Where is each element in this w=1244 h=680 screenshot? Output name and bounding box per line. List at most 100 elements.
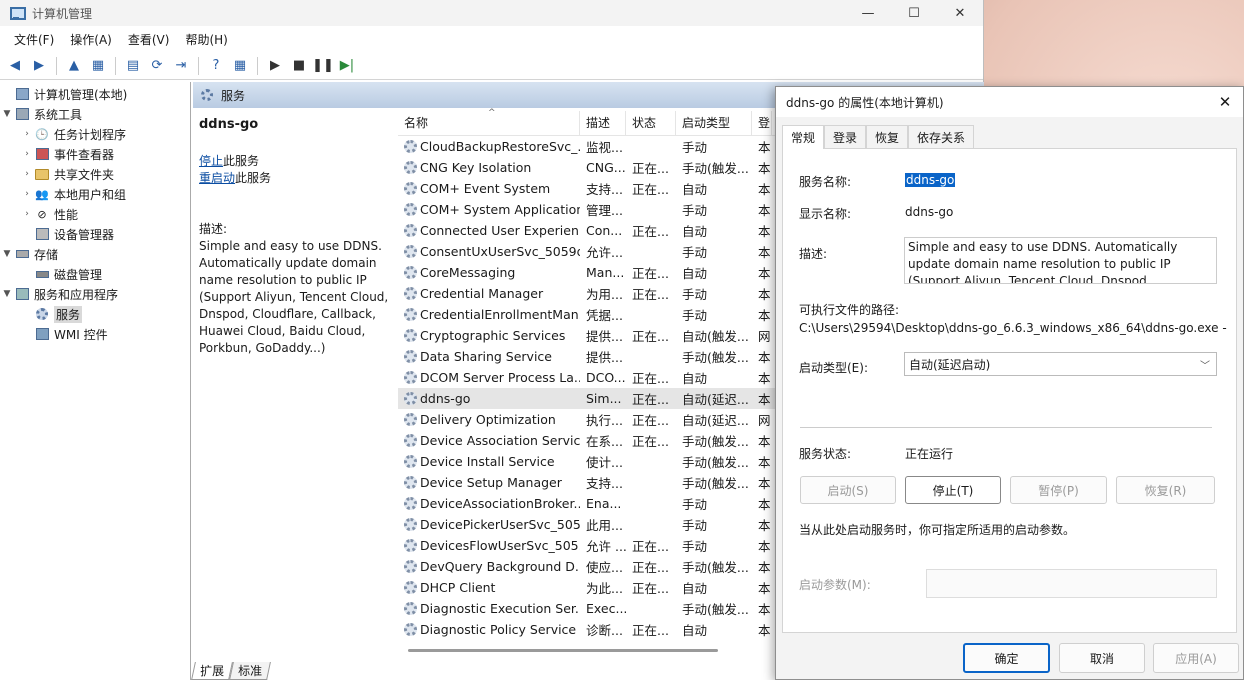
tree-task-scheduler[interactable]: › 🕒 任务计划程序 (0, 124, 190, 144)
tree-services[interactable]: 服务 (0, 304, 190, 324)
service-gear-icon (404, 413, 417, 426)
tree-storage[interactable]: ▼ 存储 (0, 244, 190, 264)
service-name-value[interactable]: ddns-go (905, 173, 956, 187)
resume-button[interactable]: 恢复(R) (1116, 476, 1215, 504)
ok-button[interactable]: 确定 (963, 643, 1050, 673)
cell-startup-type: 手动(触发... (682, 602, 749, 617)
menu-action[interactable]: 操作(A) (62, 31, 120, 48)
stop-service-link[interactable]: 停止 (199, 154, 223, 168)
tree-root[interactable]: 计算机管理(本地) (0, 84, 190, 104)
cell-startup-type: 自动 (682, 266, 708, 281)
computer-management-icon (10, 6, 26, 20)
tree-performance[interactable]: › ⊘ 性能 (0, 204, 190, 224)
tree-disk-management[interactable]: 磁盘管理 (0, 264, 190, 284)
restart-service-icon[interactable]: ▶| (336, 55, 358, 77)
description-field[interactable]: Simple and easy to use DDNS. Automatical… (904, 237, 1217, 284)
cell-status: 正在... (632, 581, 669, 596)
menu-file[interactable]: 文件(F) (6, 31, 62, 48)
service-description: Simple and easy to use DDNS. Automatical… (199, 239, 389, 355)
cell-startup-type: 手动 (682, 539, 708, 554)
show-hide-tree-icon[interactable]: ▦ (87, 55, 109, 77)
cell-logon: 网 (758, 413, 771, 428)
dialog-close-button[interactable]: ✕ (1207, 93, 1243, 111)
tree-device-manager[interactable]: 设备管理器 (0, 224, 190, 244)
horizontal-scrollbar[interactable] (408, 649, 718, 652)
pause-button[interactable]: 暂停(P) (1010, 476, 1107, 504)
cell-status: 正在... (632, 182, 669, 197)
tab-logon[interactable]: 登录 (824, 125, 867, 149)
collapsed-chevron-icon[interactable]: › (20, 149, 34, 159)
start-service-icon[interactable]: ▶ (264, 55, 286, 77)
tree-system-tools[interactable]: ▼ 系统工具 (0, 104, 190, 124)
service-status-value: 正在运行 (905, 447, 954, 461)
tree-services-apps[interactable]: ▼ 服务和应用程序 (0, 284, 190, 304)
expand-chevron-icon[interactable]: ▼ (0, 289, 14, 299)
service-gear-icon (404, 329, 417, 342)
restart-service-link[interactable]: 重启动 (199, 171, 235, 185)
tree-event-viewer[interactable]: › 事件查看器 (0, 144, 190, 164)
up-folder-icon[interactable]: ▲ (63, 55, 85, 77)
menu-view[interactable]: 查看(V) (120, 31, 178, 48)
column-startup-type[interactable]: 启动类型 (676, 111, 752, 135)
tab-recovery[interactable]: 恢复 (866, 125, 909, 149)
title-bar: 计算机管理 — ☐ ✕ (0, 0, 983, 26)
stop-button[interactable]: 停止(T) (905, 476, 1001, 504)
collapsed-chevron-icon[interactable]: › (20, 169, 34, 179)
service-gear-icon (404, 455, 417, 468)
cell-name: DeviceAssociationBroker... (398, 496, 580, 511)
tab-dependencies[interactable]: 依存关系 (908, 125, 975, 149)
export-list-icon[interactable]: ⇥ (170, 55, 192, 77)
cell-logon: 本 (758, 371, 771, 386)
expand-chevron-icon[interactable]: ▼ (0, 249, 14, 259)
show-action-pane-icon[interactable]: ▦ (229, 55, 251, 77)
forward-icon[interactable]: ▶ (28, 55, 50, 77)
help-icon[interactable]: ? (205, 55, 227, 77)
tree-shared-folders[interactable]: › 共享文件夹 (0, 164, 190, 184)
chevron-down-icon: ﹀ (1200, 360, 1210, 372)
column-status[interactable]: 状态 (626, 111, 676, 135)
collapsed-chevron-icon[interactable]: › (20, 209, 34, 219)
collapsed-chevron-icon[interactable]: › (20, 189, 34, 199)
cell-name: ddns-go (398, 391, 580, 406)
close-button[interactable]: ✕ (937, 0, 983, 26)
pause-service-icon[interactable]: ❚❚ (312, 55, 334, 77)
start-button[interactable]: 启动(S) (800, 476, 896, 504)
cell-name: Data Sharing Service (398, 349, 580, 364)
maximize-button[interactable]: ☐ (891, 0, 937, 26)
tab-extended[interactable]: 扩展 (191, 662, 233, 680)
column-description[interactable]: 描述 (580, 111, 626, 135)
cell-startup-type: 手动 (682, 518, 708, 533)
service-gear-icon (404, 350, 417, 363)
cell-name: COM+ Event System (398, 181, 580, 196)
tab-standard[interactable]: 标准 (229, 662, 271, 680)
cell-startup-type: 手动(触发... (682, 161, 749, 176)
cell-name: CoreMessaging (398, 265, 580, 280)
cell-name: DevicePickerUserSvc_505... (398, 517, 580, 532)
menu-help[interactable]: 帮助(H) (177, 31, 235, 48)
collapsed-chevron-icon[interactable]: › (20, 129, 34, 139)
back-icon[interactable]: ◀ (4, 55, 26, 77)
cell-description: 允许 ... (586, 539, 626, 554)
cell-startup-type: 自动(延迟... (682, 413, 749, 428)
cancel-button[interactable]: 取消 (1059, 643, 1145, 673)
cell-startup-type: 自动(触发... (682, 329, 749, 344)
tree-local-users[interactable]: › 👥 本地用户和组 (0, 184, 190, 204)
cell-status: 正在... (632, 329, 669, 344)
startup-type-select[interactable]: 自动(延迟启动) ﹀ (904, 352, 1217, 376)
refresh-icon[interactable]: ⟳ (146, 55, 168, 77)
properties-icon[interactable]: ▤ (122, 55, 144, 77)
cell-logon: 本 (758, 224, 771, 239)
cell-status: 正在... (632, 371, 669, 386)
tab-general[interactable]: 常规 (782, 125, 825, 149)
column-logon[interactable]: 登 (752, 111, 772, 135)
stop-service-icon[interactable]: ■ (288, 55, 310, 77)
users-icon: 👥 (35, 187, 49, 201)
expand-chevron-icon[interactable]: ▼ (0, 109, 14, 119)
dialog-tabs: 常规 登录 恢复 依存关系 (782, 125, 975, 149)
cell-logon: 本 (758, 350, 771, 365)
tree-wmi[interactable]: WMI 控件 (0, 324, 190, 344)
cell-logon: 本 (758, 308, 771, 323)
minimize-button[interactable]: — (845, 0, 891, 26)
start-params-input[interactable] (926, 569, 1217, 598)
apply-button[interactable]: 应用(A) (1153, 643, 1239, 673)
